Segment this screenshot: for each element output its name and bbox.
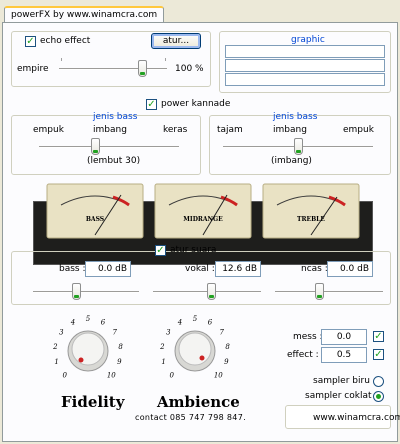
right-eq-status: (imbang): [271, 156, 312, 166]
radio2-label: sampler coklat: [305, 391, 372, 401]
knob-scale-label: 9: [224, 358, 229, 366]
radio1[interactable]: [373, 376, 384, 387]
echo-slider-track[interactable]: [59, 68, 167, 70]
mess-label: mess :: [293, 332, 323, 342]
knob-scale-label: 3: [59, 329, 64, 337]
knob-scale-label: 7: [112, 329, 117, 337]
sound-group: [11, 251, 391, 305]
mess-checkbox[interactable]: ✓: [373, 331, 384, 342]
fidelity-knob[interactable]: [67, 330, 109, 372]
bass-label: bass :: [59, 264, 86, 274]
knob-scale-label: 10: [107, 371, 116, 379]
left-eq-status: (lembut 30): [87, 156, 141, 166]
knob-scale-label: 10: [214, 371, 223, 379]
bass-field[interactable]: 0.0 dB: [85, 261, 131, 277]
right-eq-mid-label: imbang: [273, 125, 307, 135]
knob-scale-label: 7: [219, 329, 224, 337]
vu-meters: BASS MIDRANGE TREBLE: [46, 183, 360, 239]
echo-slider-left-label: empire: [17, 64, 49, 74]
left-eq-mid-label: imbang: [93, 125, 127, 135]
mess-field[interactable]: 0.0: [321, 329, 367, 345]
vu-meter-label-bass: BASS: [86, 216, 104, 223]
echo-slider-thumb[interactable]: [138, 60, 148, 77]
power-checkbox[interactable]: ✓: [146, 99, 157, 110]
echo-slider-right-label: 100 %: [175, 64, 204, 74]
knob-scale-label: 1: [161, 358, 165, 366]
left-eq-slider-track[interactable]: [39, 146, 179, 148]
echo-settings-button[interactable]: atur...: [151, 33, 201, 49]
knob-scale-label: 0: [62, 371, 67, 379]
left-eq-title: jenis bass: [93, 112, 138, 122]
vu-meter-label-midrange: MIDRANGE: [183, 216, 223, 223]
bass-slider-thumb[interactable]: [71, 283, 81, 300]
bass-slider-track[interactable]: [33, 291, 139, 293]
ambience-knob-indicator: [199, 355, 205, 361]
knob-scale-label: 2: [52, 343, 58, 351]
knob-scale-label: 1: [54, 358, 58, 366]
right-eq-right-label: empuk: [343, 125, 374, 135]
knob-scale-label: 5: [86, 315, 91, 323]
vu-meter-treble: TREBLE: [262, 183, 360, 239]
right-eq-slider-thumb[interactable]: [293, 138, 303, 155]
knob-scale-label: 3: [166, 329, 171, 337]
knobs: 01234 5 678910 01234 5 678910: [52, 315, 230, 379]
ambience-label: Ambience: [157, 393, 240, 411]
noise-label: ncas :: [301, 264, 328, 274]
vocal-field[interactable]: 12.6 dB: [215, 261, 261, 277]
graphic-field-3[interactable]: [225, 73, 385, 86]
vu-meter-label-treble: TREBLE: [297, 216, 325, 223]
left-eq-group: [11, 115, 201, 175]
vocal-label: vokal :: [185, 264, 215, 274]
effect-label: effect :: [287, 350, 319, 360]
knob-scale-label: 8: [118, 343, 123, 351]
noise-field[interactable]: 0.0 dB: [327, 261, 373, 277]
fidelity-label: Fidelity: [61, 393, 125, 411]
noise-slider-track[interactable]: [275, 291, 383, 293]
sound-checkbox[interactable]: ✓: [155, 245, 166, 256]
echo-checkbox-label: echo effect: [40, 36, 91, 46]
fidelity-knob-indicator: [78, 357, 84, 363]
knob-scale-label: 8: [225, 343, 230, 351]
power-checkbox-label: power kannade: [161, 99, 231, 109]
tab-strip: powerFX by www.winamcra.com: [0, 0, 400, 23]
echo-slider-tick: [165, 58, 166, 61]
left-eq-slider-thumb[interactable]: [91, 138, 101, 155]
knob-scale-label: 6: [101, 319, 106, 327]
ambience-knob[interactable]: [174, 330, 216, 372]
graphic-title: graphic: [291, 35, 325, 45]
knob-scale-label: 4: [70, 319, 75, 327]
vu-meter-midrange: MIDRANGE: [154, 183, 252, 239]
knob-scale-label: 2: [159, 343, 165, 351]
graphic-field-2[interactable]: [225, 59, 385, 72]
right-eq-left-label: tajam: [217, 125, 243, 135]
effect-field[interactable]: 0.5: [321, 347, 367, 363]
knob-scale-label: 0: [169, 371, 174, 379]
graphic-field-1[interactable]: [225, 45, 385, 58]
vu-meter-bass: BASS: [46, 183, 144, 239]
left-eq-left-label: empuk: [33, 125, 64, 135]
right-eq-title: jenis bass: [273, 112, 318, 122]
noise-slider-thumb[interactable]: [314, 283, 324, 300]
left-eq-right-label: keras: [163, 125, 188, 135]
website-text[interactable]: www.winamcra.com: [313, 413, 400, 423]
vocal-slider-thumb[interactable]: [207, 283, 217, 300]
main-panel: ✓ echo effect atur... empire 100 % graph…: [2, 22, 400, 442]
knob-scale-label: 6: [208, 319, 213, 327]
echo-checkbox[interactable]: ✓: [25, 36, 36, 47]
knob-scale-label: 9: [117, 358, 122, 366]
contact-text: contact 085 747 798 847.: [135, 413, 246, 422]
effect-checkbox[interactable]: ✓: [373, 349, 384, 360]
radio2[interactable]: [373, 391, 384, 402]
knob-scale-label: 5: [193, 315, 198, 323]
sound-checkbox-label: atur suara: [170, 245, 217, 255]
radio1-label: sampler biru: [313, 376, 370, 386]
echo-slider-tick: [61, 58, 62, 61]
tab-powerfx[interactable]: powerFX by www.winamcra.com: [4, 6, 165, 23]
knob-scale-label: 4: [177, 319, 182, 327]
